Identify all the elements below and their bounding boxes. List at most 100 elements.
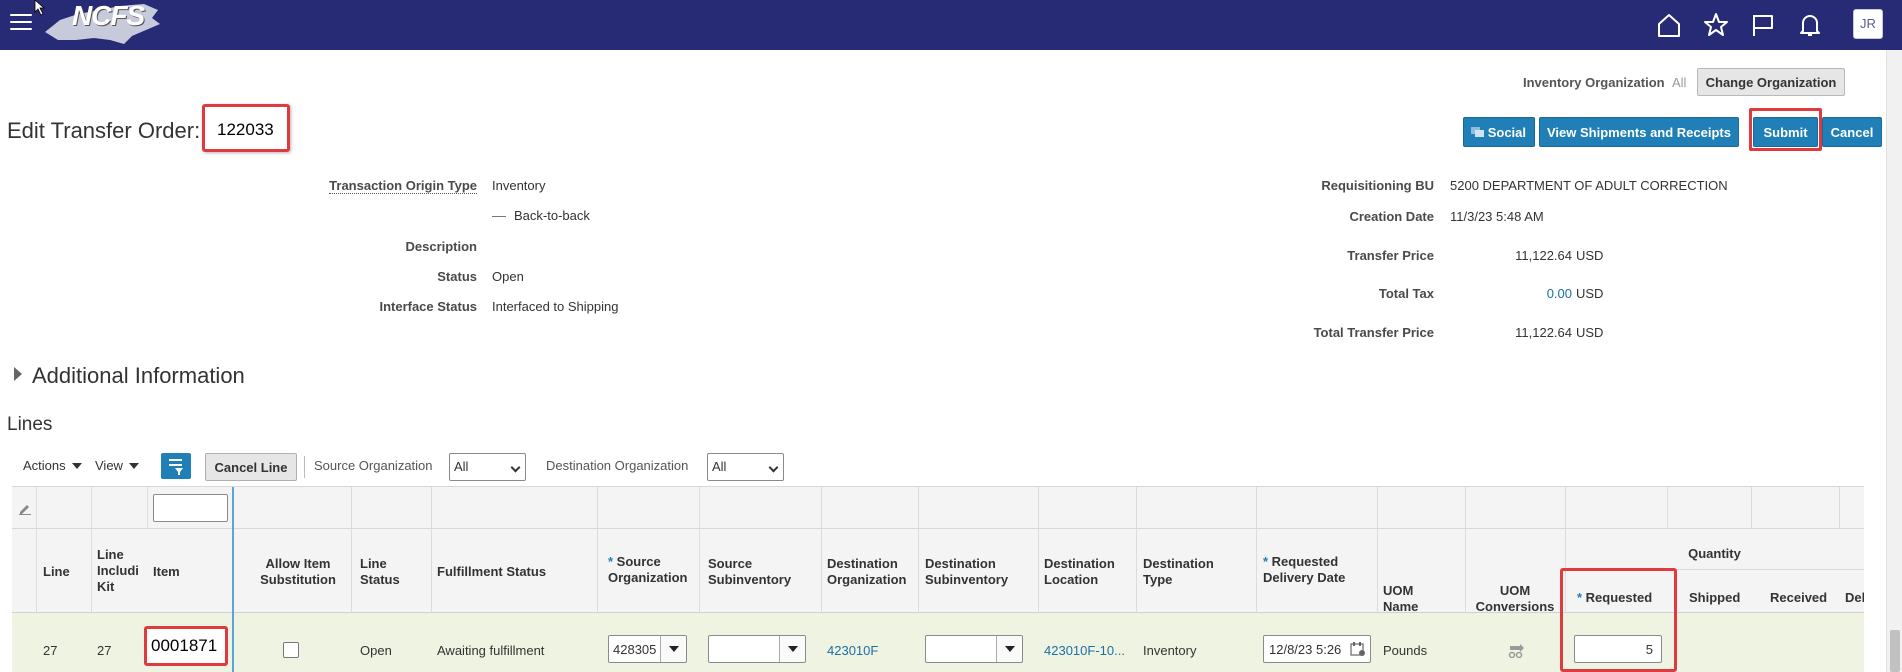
col-header-destination-type[interactable]: Destination Type — [1143, 556, 1214, 588]
col-header-destination-location[interactable]: Destination Location — [1044, 556, 1115, 588]
back-to-back-label: Back-to-back — [514, 208, 590, 223]
transfer-price-currency: USD — [1576, 248, 1604, 263]
destination-organization-filter-value: All — [712, 459, 727, 474]
col-header-line[interactable]: Line — [43, 564, 70, 580]
source-subinventory-combo[interactable] — [708, 635, 806, 663]
bell-icon[interactable] — [1797, 12, 1823, 38]
col-header-allow-item-substitution[interactable]: Allow Item Substitution — [248, 556, 348, 588]
column-divider — [351, 529, 352, 613]
col-header-dest-loc-1: Destination — [1044, 556, 1115, 571]
allow-item-substitution-checkbox[interactable] — [283, 642, 299, 658]
inventory-organization-label: Inventory Organization — [1523, 75, 1665, 90]
col-header-line-including-kit[interactable]: Line Includi Kit — [97, 547, 139, 595]
chevron-down-icon — [510, 462, 521, 473]
item-number-callout: 0001871 — [144, 626, 228, 666]
column-divider — [1565, 487, 1566, 529]
total-tax-link[interactable]: 0.00 — [1450, 286, 1572, 301]
col-header-uom-conversions[interactable]: UOM Conversions — [1465, 583, 1565, 615]
column-divider — [597, 529, 598, 613]
flag-icon[interactable] — [1750, 12, 1776, 38]
calendar-icon[interactable] — [1350, 641, 1366, 657]
filter-icon — [169, 459, 183, 475]
view-menu[interactable]: View — [95, 458, 139, 473]
requested-delivery-date-input[interactable]: 12/8/23 5:26 — [1263, 635, 1371, 663]
caret-down-icon — [128, 463, 139, 469]
requested-delivery-date-value: 12/8/23 5:26 — [1269, 642, 1342, 657]
additional-information-toggle[interactable]: Additional Information — [14, 363, 245, 389]
cell-destination-location-link[interactable]: 423010F-10... — [1044, 643, 1125, 658]
dropdown-button[interactable] — [779, 636, 805, 662]
page-scrollbar[interactable] — [1886, 50, 1902, 672]
col-header-line-status[interactable]: Line Status — [360, 556, 400, 588]
home-icon[interactable] — [1656, 12, 1682, 38]
social-label: Social — [1487, 124, 1526, 140]
cancel-line-button[interactable]: Cancel Line — [205, 453, 297, 481]
col-header-shipped[interactable]: Shipped — [1689, 590, 1740, 606]
col-header-requested-delivery-date[interactable]: * Requested Delivery Date — [1263, 554, 1345, 586]
source-organization-combo[interactable]: 428305 — [608, 635, 687, 663]
destination-subinventory-combo[interactable] — [925, 635, 1023, 663]
edit-pencil-icon[interactable] — [18, 501, 32, 515]
column-divider — [36, 487, 37, 529]
transfer-price-value: 11,122.64 — [1515, 248, 1572, 263]
change-organization-button[interactable]: Change Organization — [1697, 68, 1845, 96]
source-organization-filter-select[interactable]: All — [449, 453, 526, 481]
column-divider — [1839, 487, 1840, 529]
col-header-source-subinventory[interactable]: Source Subinventory — [708, 556, 791, 588]
page-title: Edit Transfer Order: — [7, 118, 201, 143]
column-divider — [1038, 487, 1039, 529]
source-organization-filter-label: Source Organization — [314, 458, 433, 473]
requisitioning-bu-label: Requisitioning BU — [1321, 178, 1434, 193]
column-divider — [699, 487, 700, 529]
cell-destination-organization-link[interactable]: 423010F — [827, 643, 878, 658]
col-header-destination-organization[interactable]: Destination Organization — [827, 556, 906, 588]
star-icon[interactable] — [1703, 12, 1729, 38]
column-divider — [1136, 529, 1137, 613]
col-header-uom-name-1: UOM — [1383, 583, 1414, 598]
cancel-button[interactable]: Cancel — [1822, 117, 1882, 147]
column-divider — [1256, 529, 1257, 613]
caret-down-icon — [1005, 646, 1015, 652]
column-divider — [431, 529, 432, 613]
col-header-item[interactable]: Item — [153, 564, 180, 580]
col-header-req-date-1-text: Requested — [1271, 554, 1339, 569]
transaction-origin-type-value: Inventory — [492, 178, 546, 193]
column-divider — [821, 529, 822, 613]
destination-organization-filter-select[interactable]: All — [707, 453, 784, 481]
status-value: Open — [492, 269, 524, 284]
col-header-source-subinv-2: Subinventory — [708, 572, 792, 587]
dropdown-button[interactable] — [996, 636, 1022, 662]
query-by-example-button[interactable] — [161, 453, 191, 479]
col-header-req-date-1: * Requested — [1263, 554, 1345, 570]
social-icon — [1471, 127, 1484, 137]
scrollbar-thumb[interactable] — [1890, 630, 1900, 672]
menu-icon[interactable] — [10, 14, 32, 32]
actions-menu[interactable]: Actions — [23, 458, 82, 473]
col-header-uom-name[interactable]: UOM Name — [1383, 583, 1418, 615]
view-shipments-and-receipts-button[interactable]: View Shipments and Receipts — [1539, 117, 1739, 147]
col-header-fulfillment-status[interactable]: Fulfillment Status — [437, 564, 546, 580]
column-divider — [36, 529, 37, 613]
col-header-dest-org-1: Destination — [827, 556, 898, 571]
column-divider — [1465, 487, 1466, 529]
uom-conversions-icon[interactable] — [1507, 642, 1525, 658]
col-header-uom-conv-1: UOM — [1499, 583, 1531, 598]
interface-status-label: Interface Status — [379, 299, 477, 314]
col-header-delivered[interactable]: Del — [1845, 590, 1864, 606]
col-header-destination-subinventory[interactable]: Destination Subinventory — [925, 556, 1008, 588]
lines-heading: Lines — [7, 414, 53, 435]
user-avatar[interactable]: JR — [1853, 9, 1883, 39]
col-header-received[interactable]: Received — [1770, 590, 1827, 606]
col-header-dest-subinv-2: Subinventory — [925, 572, 1009, 587]
source-organization-filter-value: All — [454, 459, 469, 474]
col-header-line-status-1: Line — [360, 556, 387, 571]
col-header-dest-subinv-1: Destination — [925, 556, 996, 571]
actions-menu-label: Actions — [23, 458, 66, 473]
dropdown-button[interactable] — [660, 636, 686, 662]
col-header-dest-loc-2: Location — [1044, 572, 1099, 587]
cell-fulfillment-status: Awaiting fulfillment — [437, 643, 545, 658]
requisitioning-bu-value: 5200 DEPARTMENT OF ADULT CORRECTION — [1450, 178, 1728, 193]
item-filter-input[interactable] — [153, 494, 228, 522]
col-header-source-organization[interactable]: * Source Organization — [608, 554, 687, 586]
social-button[interactable]: Social — [1463, 117, 1535, 147]
